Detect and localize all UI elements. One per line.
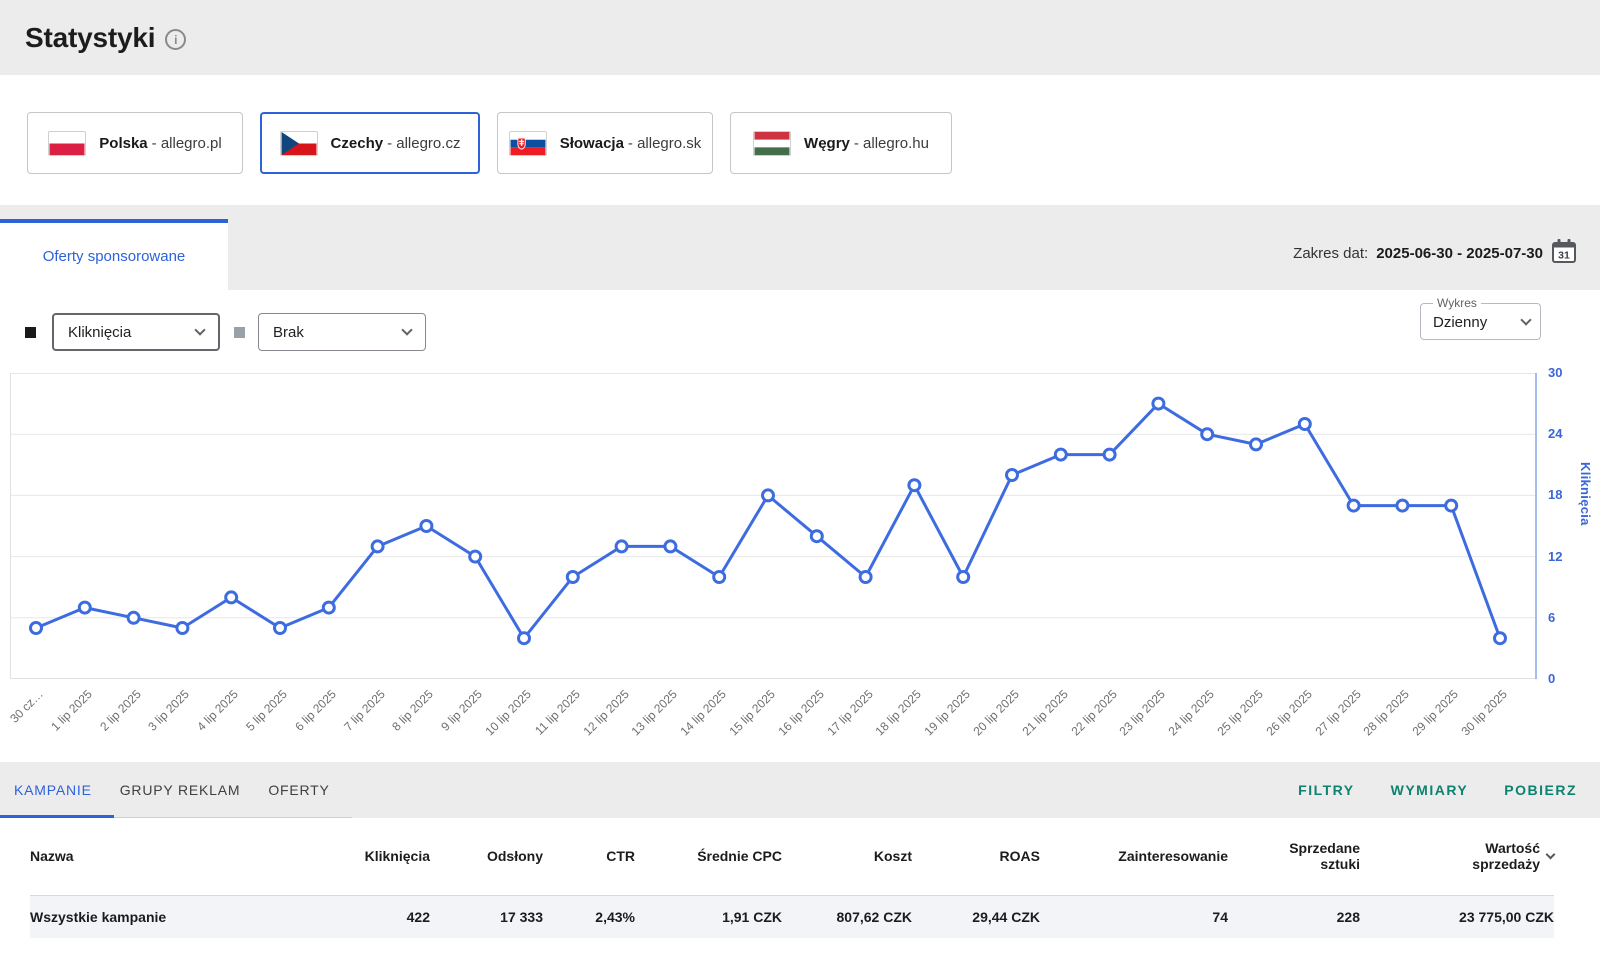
table-tabs: KAMPANIE GRUPY REKLAM OFERTY: [14, 762, 330, 818]
table-row[interactable]: Wszystkie kampanie42217 3332,43%1,91 CZK…: [30, 895, 1554, 938]
market-button-wegry[interactable]: Węgry- allegro.hu: [730, 112, 952, 174]
page-title: Statystyki: [25, 22, 155, 54]
table-cell: Wszystkie kampanie: [30, 895, 310, 938]
tab-oferty[interactable]: OFERTY: [268, 782, 329, 798]
table-cell: 23 775,00 CZK: [1360, 895, 1554, 938]
table-cell: 422: [310, 895, 430, 938]
date-range-label: Zakres dat:: [1293, 245, 1368, 262]
column-header: CTR: [543, 818, 635, 895]
chevron-down-icon: [1520, 314, 1531, 325]
poland-flag-icon: [48, 131, 86, 156]
tab-grupy-reklam[interactable]: GRUPY REKLAM: [120, 782, 241, 798]
filters-button[interactable]: FILTRY: [1298, 782, 1354, 798]
table-cell: 2,43%: [543, 895, 635, 938]
table-cell: 807,62 CZK: [782, 895, 912, 938]
column-header: Koszt: [782, 818, 912, 895]
line-chart: [10, 373, 1537, 679]
secondary-metric-value: Brak: [273, 324, 304, 341]
column-header: Średnie CPC: [635, 818, 782, 895]
chevron-down-icon: [401, 324, 412, 335]
column-header: Odsłony: [430, 818, 543, 895]
sort-chevron-icon[interactable]: [1546, 850, 1556, 860]
slovakia-flag-icon: [509, 131, 547, 156]
download-button[interactable]: POBIERZ: [1504, 782, 1577, 798]
secondary-metric-marker: [234, 327, 245, 338]
table-cell: 17 333: [430, 895, 543, 938]
y-tick: 18: [1548, 487, 1582, 502]
table-cell: 74: [1040, 895, 1228, 938]
campaigns-table: NazwaKliknięciaOdsłonyCTRŚrednie CPCKosz…: [30, 818, 1554, 938]
market-button-polska[interactable]: Polska- allegro.pl: [27, 112, 243, 174]
primary-metric-value: Kliknięcia: [68, 324, 131, 341]
table-cell: 1,91 CZK: [635, 895, 782, 938]
date-range-picker[interactable]: Zakres dat: 2025-06-30 - 2025-07-30 31: [1293, 240, 1577, 266]
chart-type-select[interactable]: Wykres Dzienny: [1420, 296, 1541, 340]
tab-kampanie[interactable]: KAMPANIE: [14, 782, 92, 798]
calendar-icon[interactable]: 31: [1551, 238, 1577, 269]
chart-type-label: Wykres: [1433, 296, 1481, 310]
y-tick: 12: [1548, 549, 1582, 564]
y-tick: 6: [1548, 610, 1582, 625]
dimensions-button[interactable]: WYMIARY: [1391, 782, 1469, 798]
column-header: Nazwa: [30, 818, 310, 895]
chart-panel: Kliknięcia Brak Wykres Dzienny 0 6 12 18 24 3…: [0, 290, 1600, 762]
date-range-value: 2025-06-30 - 2025-07-30: [1376, 245, 1543, 262]
chart-type-value: Dzienny: [1433, 314, 1487, 331]
market-label: Polska- allegro.pl: [99, 135, 221, 152]
column-header: Zainteresowanie: [1040, 818, 1228, 895]
primary-metric-select[interactable]: Kliknięcia: [52, 313, 220, 351]
market-button-slowacja[interactable]: Słowacja- allegro.sk: [497, 112, 713, 174]
y-tick: 24: [1548, 426, 1582, 441]
table-toolbar: KAMPANIE GRUPY REKLAM OFERTY FILTRY WYMI…: [0, 762, 1600, 818]
tab-label: Oferty sponsorowane: [43, 248, 186, 265]
y-axis-label: Kliknięcia: [1578, 462, 1593, 526]
markets-panel: Polska- allegro.pl Czechy- allegro.cz Sł…: [0, 75, 1600, 205]
tab-oferty-sponsorowane[interactable]: Oferty sponsorowane: [0, 219, 228, 290]
column-header: ROAS: [912, 818, 1040, 895]
active-tab-underline: [0, 815, 114, 818]
column-header: Sprzedane sztuki: [1228, 818, 1360, 895]
chevron-down-icon: [194, 324, 205, 335]
column-header: Kliknięcia: [310, 818, 430, 895]
czech-flag-icon: [280, 131, 318, 156]
market-label: Słowacja- allegro.sk: [560, 135, 702, 152]
table-actions: FILTRY WYMIARY POBIERZ: [1298, 762, 1577, 818]
table-cell: 228: [1228, 895, 1360, 938]
svg-text:31: 31: [1558, 249, 1570, 261]
page-header: Statystyki i: [0, 0, 1600, 75]
column-header[interactable]: Wartość sprzedaży: [1360, 818, 1554, 895]
y-tick: 30: [1548, 365, 1582, 380]
y-tick: 0: [1548, 671, 1582, 686]
market-button-czechy[interactable]: Czechy- allegro.cz: [260, 112, 480, 174]
market-label: Czechy- allegro.cz: [331, 135, 461, 152]
hungary-flag-icon: [753, 131, 791, 156]
table-panel: NazwaKliknięciaOdsłonyCTRŚrednie CPCKosz…: [0, 818, 1600, 960]
market-label: Węgry- allegro.hu: [804, 135, 929, 152]
info-icon[interactable]: i: [165, 29, 186, 50]
secondary-metric-select[interactable]: Brak: [258, 313, 426, 351]
table-header-row: NazwaKliknięciaOdsłonyCTRŚrednie CPCKosz…: [30, 818, 1554, 895]
table-cell: 29,44 CZK: [912, 895, 1040, 938]
primary-metric-marker: [25, 327, 36, 338]
